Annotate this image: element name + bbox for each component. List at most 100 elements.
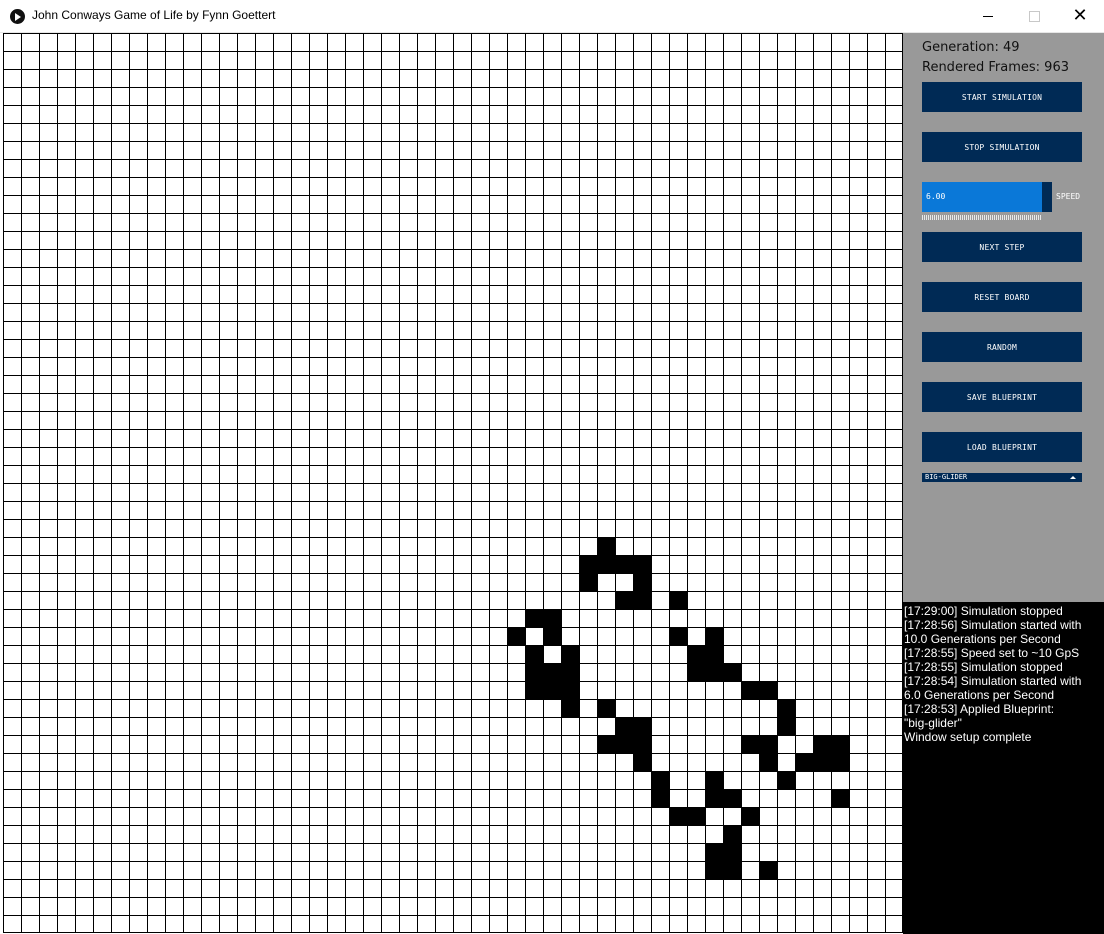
live-cell[interactable] bbox=[723, 663, 741, 681]
speed-label: SPEED bbox=[1056, 192, 1081, 201]
live-cell[interactable] bbox=[759, 735, 777, 753]
live-cell[interactable] bbox=[543, 609, 561, 627]
live-cell[interactable] bbox=[597, 537, 615, 555]
live-cell[interactable] bbox=[687, 663, 705, 681]
live-cell[interactable] bbox=[705, 627, 723, 645]
title-bar: John Conways Game of Life by Fynn Goette… bbox=[0, 0, 1104, 33]
maximize-button[interactable] bbox=[1011, 0, 1057, 32]
live-cell[interactable] bbox=[723, 825, 741, 843]
live-cell[interactable] bbox=[561, 645, 579, 663]
log-line: [17:28:53] Applied Blueprint: "big-glide… bbox=[904, 702, 1055, 730]
minimize-icon bbox=[983, 15, 993, 17]
live-cell[interactable] bbox=[633, 573, 651, 591]
live-cell[interactable] bbox=[777, 771, 795, 789]
live-cell[interactable] bbox=[759, 753, 777, 771]
live-cell[interactable] bbox=[705, 843, 723, 861]
live-cell[interactable] bbox=[705, 771, 723, 789]
live-cell[interactable] bbox=[723, 861, 741, 879]
reset-board-button[interactable]: RESET BOARD bbox=[922, 282, 1082, 312]
speed-slider-ticks bbox=[922, 215, 1041, 220]
live-cell[interactable] bbox=[633, 735, 651, 753]
live-cell[interactable] bbox=[633, 591, 651, 609]
blueprint-dropdown[interactable]: BIG-GLIDER bbox=[922, 473, 1082, 482]
live-cell[interactable] bbox=[813, 753, 831, 771]
live-cell[interactable] bbox=[651, 789, 669, 807]
live-cell[interactable] bbox=[669, 627, 687, 645]
stop-simulation-button[interactable]: STOP SIMULATION bbox=[922, 132, 1082, 162]
live-cell[interactable] bbox=[633, 717, 651, 735]
live-cell[interactable] bbox=[777, 717, 795, 735]
save-blueprint-button[interactable]: SAVE BLUEPRINT bbox=[922, 382, 1082, 412]
live-cell[interactable] bbox=[579, 555, 597, 573]
generation-counter: Generation: 49 bbox=[922, 40, 1020, 55]
live-cell[interactable] bbox=[741, 807, 759, 825]
blueprint-dropdown-value: BIG-GLIDER bbox=[925, 473, 968, 481]
rendered-frames-counter: Rendered Frames: 963 bbox=[922, 60, 1069, 75]
live-cell[interactable] bbox=[561, 663, 579, 681]
live-cell[interactable] bbox=[759, 861, 777, 879]
live-cell[interactable] bbox=[597, 555, 615, 573]
log-line: [17:29:00] Simulation stopped bbox=[904, 604, 1063, 618]
live-cell[interactable] bbox=[615, 555, 633, 573]
live-cell[interactable] bbox=[705, 645, 723, 663]
live-cell[interactable] bbox=[759, 681, 777, 699]
live-cell[interactable] bbox=[525, 609, 543, 627]
maximize-icon bbox=[1028, 10, 1040, 22]
live-cell[interactable] bbox=[633, 555, 651, 573]
load-blueprint-button[interactable]: LOAD BLUEPRINT bbox=[922, 432, 1082, 462]
start-simulation-button[interactable]: START SIMULATION bbox=[922, 82, 1082, 112]
live-cell[interactable] bbox=[831, 753, 849, 771]
game-board[interactable] bbox=[3, 33, 903, 933]
live-cell[interactable] bbox=[831, 789, 849, 807]
live-cell[interactable] bbox=[543, 627, 561, 645]
live-cell[interactable] bbox=[615, 735, 633, 753]
log-line: [17:28:55] Speed set to ~10 GpS bbox=[904, 646, 1080, 660]
chevron-up-icon bbox=[1070, 476, 1076, 479]
log-console: [17:29:00] Simulation stopped [17:28:56] … bbox=[903, 602, 1104, 934]
live-cell[interactable] bbox=[615, 591, 633, 609]
live-cell[interactable] bbox=[741, 735, 759, 753]
live-cell[interactable] bbox=[813, 735, 831, 753]
live-cell[interactable] bbox=[741, 681, 759, 699]
live-cell[interactable] bbox=[597, 699, 615, 717]
log-line: [17:28:55] Simulation stopped bbox=[904, 660, 1063, 674]
live-cell[interactable] bbox=[615, 717, 633, 735]
live-cell[interactable] bbox=[795, 753, 813, 771]
live-cell[interactable] bbox=[597, 735, 615, 753]
live-cell[interactable] bbox=[777, 699, 795, 717]
live-cell[interactable] bbox=[507, 627, 525, 645]
live-cell[interactable] bbox=[651, 771, 669, 789]
live-cell[interactable] bbox=[687, 807, 705, 825]
log-line: Window setup complete bbox=[904, 730, 1032, 744]
close-icon: ✕ bbox=[1072, 5, 1088, 26]
live-cell[interactable] bbox=[525, 663, 543, 681]
live-cell[interactable] bbox=[705, 789, 723, 807]
live-cell[interactable] bbox=[543, 663, 561, 681]
live-cell[interactable] bbox=[723, 843, 741, 861]
next-step-button[interactable]: NEXT STEP bbox=[922, 232, 1082, 262]
live-cell[interactable] bbox=[633, 753, 651, 771]
live-cell[interactable] bbox=[525, 681, 543, 699]
live-cell[interactable] bbox=[525, 645, 543, 663]
close-button[interactable]: ✕ bbox=[1057, 0, 1103, 32]
window-title: John Conways Game of Life by Fynn Goette… bbox=[32, 8, 276, 22]
live-cell[interactable] bbox=[561, 681, 579, 699]
random-button[interactable]: RANDOM bbox=[922, 332, 1082, 362]
live-cell[interactable] bbox=[831, 735, 849, 753]
log-line: [17:28:54] Simulation started with 6.0 G… bbox=[904, 674, 1082, 702]
live-cell[interactable] bbox=[705, 663, 723, 681]
play-icon bbox=[10, 9, 25, 24]
live-cell[interactable] bbox=[579, 573, 597, 591]
live-cell[interactable] bbox=[669, 807, 687, 825]
speed-value: 6.00 bbox=[926, 192, 946, 201]
control-panel: Generation: 49 Rendered Frames: 963 STAR… bbox=[903, 33, 1104, 602]
live-cell[interactable] bbox=[543, 681, 561, 699]
live-cell[interactable] bbox=[669, 591, 687, 609]
log-line: [17:28:56] Simulation started with 10.0 … bbox=[904, 618, 1082, 646]
speed-slider[interactable]: 6.00 bbox=[922, 182, 1052, 212]
live-cell[interactable] bbox=[723, 789, 741, 807]
live-cell[interactable] bbox=[561, 699, 579, 717]
live-cell[interactable] bbox=[687, 645, 705, 663]
live-cell[interactable] bbox=[705, 861, 723, 879]
minimize-button[interactable] bbox=[965, 0, 1011, 32]
